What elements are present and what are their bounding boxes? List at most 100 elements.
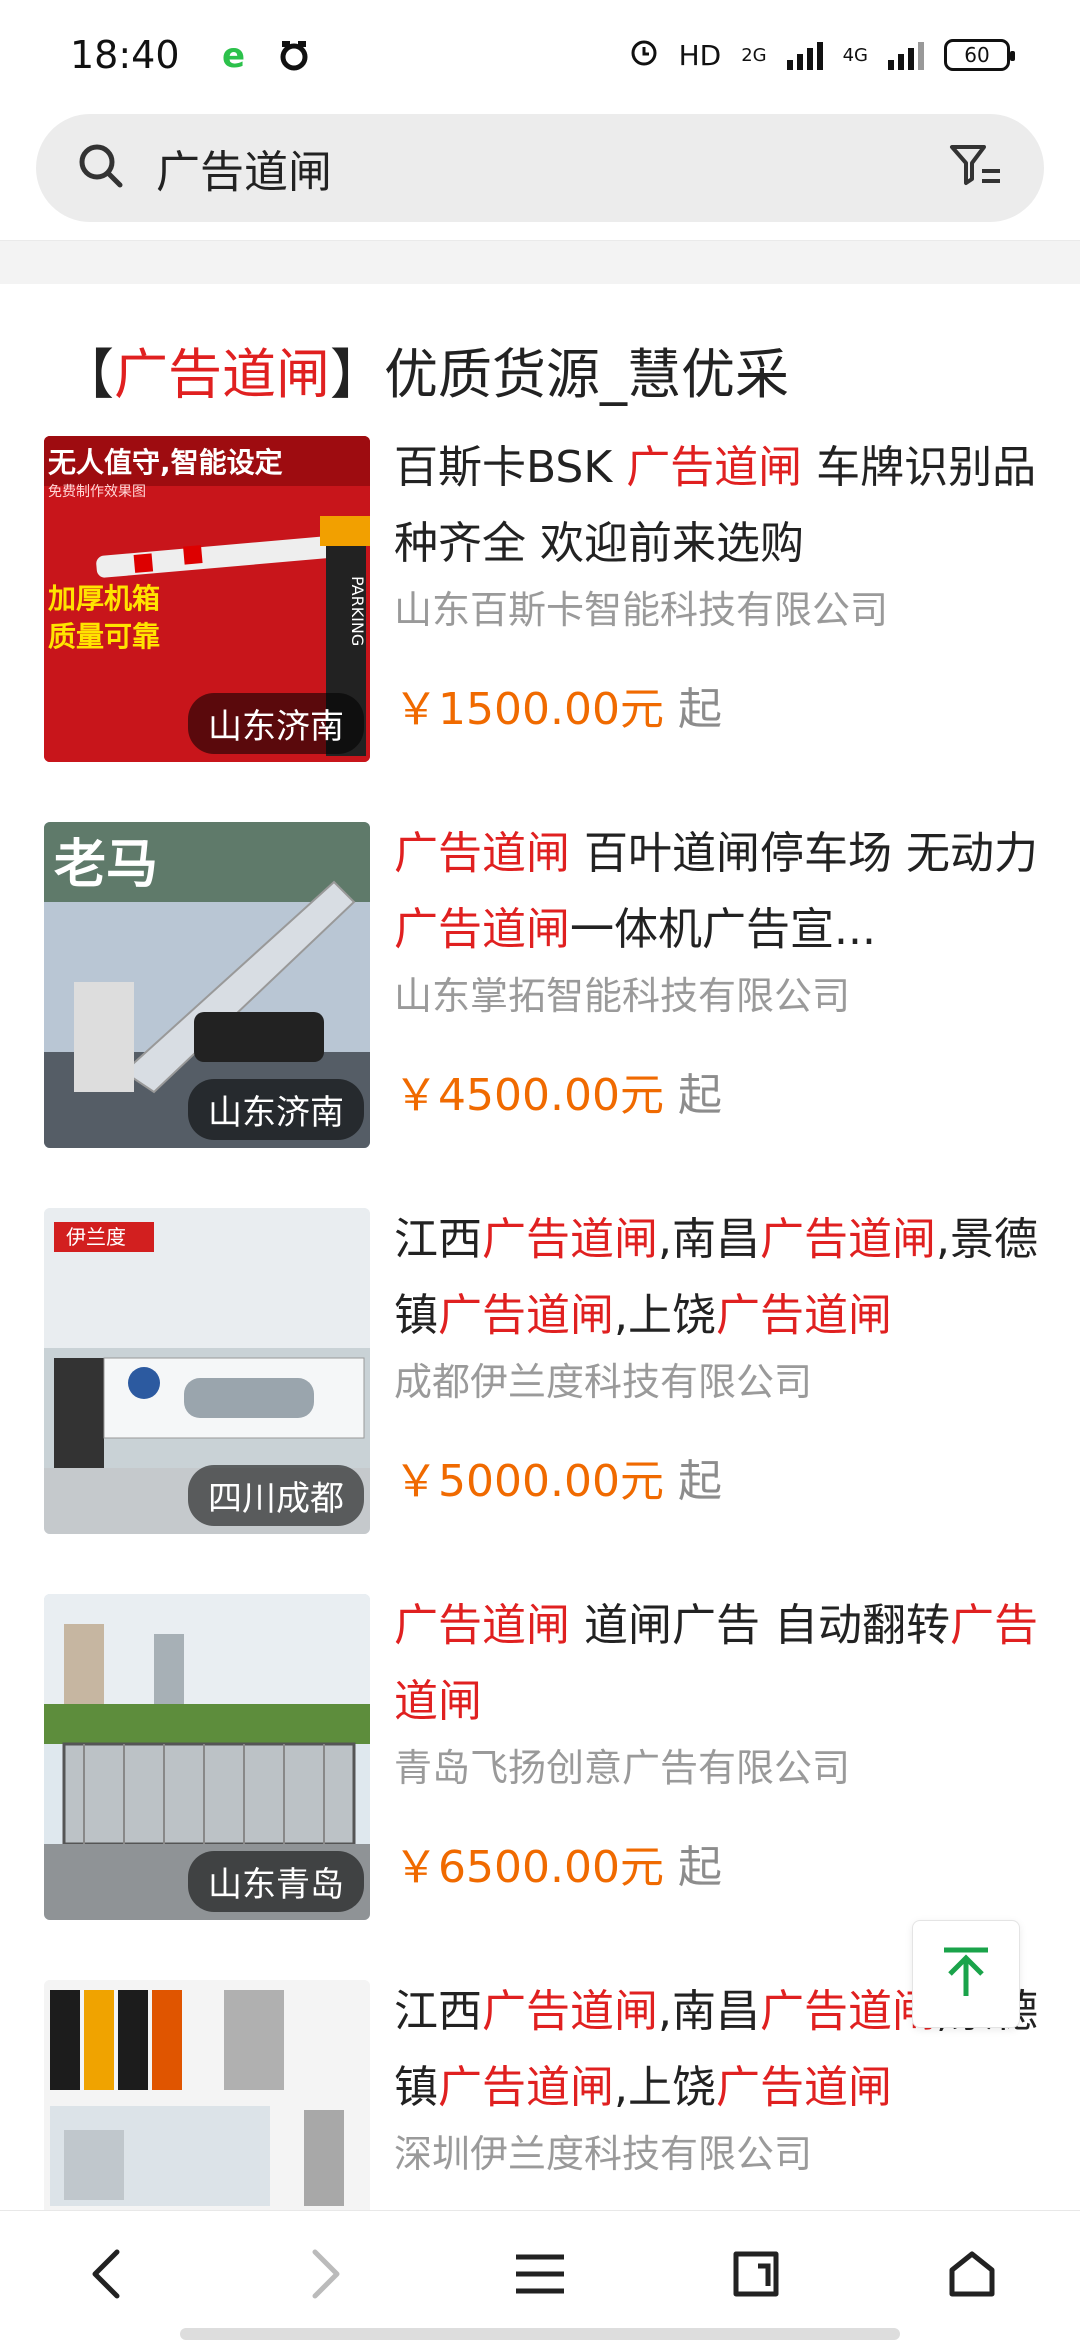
search-bar[interactable]: 广告道闸 — [36, 114, 1044, 222]
product-image-caption: PARKING — [348, 576, 367, 646]
product-info: 广告道闸 道闸广告 自动翻转广告道闸 青岛飞扬创意广告有限公司 ￥6500.00… — [394, 1588, 1054, 1896]
chevron-left-icon — [83, 2244, 133, 2308]
arrow-up-icon — [936, 1942, 996, 2006]
battery-icon: 60 — [944, 39, 1015, 71]
page-title[interactable]: 【广告道闸】优质货源_慧优采 — [60, 330, 789, 409]
browser-page: 18:40 e HD 2G 4G 60 广告道闸 【广告道闸】优质货源_慧优采 … — [0, 0, 1080, 2340]
product-item[interactable]: 山东青岛 广告道闸 道闸广告 自动翻转广告道闸 青岛飞扬创意广告有限公司 ￥65… — [0, 1588, 1080, 1974]
company-name[interactable]: 青岛飞扬创意广告有限公司 — [394, 1740, 1054, 1796]
title-keyword-highlight: 广告道闸 — [716, 1290, 892, 1341]
signal-icon-2 — [888, 40, 924, 70]
product-info: 江西广告道闸,南昌广告道闸,景德镇广告道闸,上饶广告道闸 成都伊兰度科技有限公司… — [394, 1202, 1054, 1510]
title-text: ,上饶 — [614, 1290, 716, 1341]
location-badge: 山东青岛 — [188, 1851, 364, 1912]
title-bracket-close: 】 — [330, 343, 384, 406]
status-indicators: HD 2G 4G 60 — [629, 37, 1015, 74]
status-time: 18:40 — [70, 33, 180, 77]
price-suffix: 起 — [677, 1842, 722, 1893]
tabs-button[interactable] — [696, 2226, 816, 2326]
status-bar: 18:40 e HD 2G 4G 60 — [0, 0, 1080, 110]
title-keyword-highlight: 广告道闸 — [394, 904, 570, 955]
product-title[interactable]: 广告道闸 道闸广告 自动翻转广告道闸 — [394, 1588, 1054, 1740]
product-title[interactable]: 江西广告道闸,南昌广告道闸,景德镇广告道闸,上饶广告道闸 — [394, 1202, 1054, 1354]
location-badge: 山东济南 — [188, 1079, 364, 1140]
product-item[interactable]: 老马 山东济南 广告道闸 百叶道闸停车场 无动力广告道闸一体机广告宣... 山东… — [0, 816, 1080, 1202]
home-indicator — [180, 2328, 900, 2340]
price: ￥5000.00元 — [394, 1456, 664, 1507]
product-info: 广告道闸 百叶道闸停车场 无动力广告道闸一体机广告宣... 山东掌拓智能科技有限… — [394, 816, 1054, 1124]
price: ￥6500.00元 — [394, 1842, 664, 1893]
alarm-app-icon — [274, 35, 314, 75]
search-icon[interactable] — [76, 141, 126, 195]
title-keyword: 广告道闸 — [114, 343, 330, 406]
price-suffix: 起 — [677, 1070, 722, 1121]
search-bar-container: 广告道闸 — [36, 114, 1044, 222]
title-keyword-highlight: 广告道闸 — [394, 1600, 570, 1651]
title-keyword-highlight: 广告道闸 — [438, 2062, 614, 2113]
product-image[interactable] — [44, 1980, 370, 2220]
browser-e-icon: e — [216, 35, 256, 75]
title-text: ,南昌 — [658, 1214, 760, 1265]
tabs-icon — [728, 2246, 784, 2306]
back-button[interactable] — [48, 2226, 168, 2326]
title-text: 江西 — [394, 1214, 482, 1265]
title-bracket-open: 【 — [60, 343, 114, 406]
title-text: ,上饶 — [614, 2062, 716, 2113]
price-row: ￥1500.00元起 — [394, 682, 1054, 738]
forward-button[interactable] — [264, 2226, 384, 2326]
hd-indicator: HD — [678, 38, 722, 72]
company-name[interactable]: 成都伊兰度科技有限公司 — [394, 1354, 1054, 1410]
location-badge: 四川成都 — [188, 1465, 364, 1526]
title-text: 百斯卡BSK — [394, 442, 627, 493]
filter-icon[interactable] — [948, 141, 1004, 195]
home-icon — [944, 2246, 1000, 2306]
title-keyword-highlight: 广告道闸 — [438, 1290, 614, 1341]
product-title[interactable]: 广告道闸 百叶道闸停车场 无动力广告道闸一体机广告宣... — [394, 816, 1054, 968]
bottom-nav — [0, 2210, 1080, 2340]
net-4g-label: 4G — [842, 44, 868, 66]
menu-button[interactable] — [480, 2226, 600, 2326]
home-button[interactable] — [912, 2226, 1032, 2326]
product-info: 百斯卡BSK 广告道闸 车牌识别品种齐全 欢迎前来选购 山东百斯卡智能科技有限公… — [394, 430, 1054, 738]
menu-icon — [510, 2249, 570, 2303]
battery-level: 60 — [964, 43, 990, 67]
title-text: 江西 — [394, 1986, 482, 2037]
alarm-clock-icon — [629, 37, 659, 74]
chevron-right-icon — [299, 2244, 349, 2308]
product-image[interactable]: 老马 山东济南 — [44, 822, 370, 1148]
company-name[interactable]: 山东掌拓智能科技有限公司 — [394, 968, 1054, 1024]
location-badge: 山东济南 — [188, 693, 364, 754]
product-image-caption: 加厚机箱 — [48, 582, 160, 615]
title-keyword-highlight: 广告道闸 — [626, 442, 803, 493]
company-name[interactable]: 山东百斯卡智能科技有限公司 — [394, 582, 1054, 638]
product-title[interactable]: 百斯卡BSK 广告道闸 车牌识别品种齐全 欢迎前来选购 — [394, 430, 1054, 582]
title-rest: 优质货源_慧优采 — [384, 343, 789, 406]
back-to-top-button[interactable] — [912, 1920, 1020, 2028]
product-image[interactable]: 伊兰度 四川成都 — [44, 1208, 370, 1534]
product-list: 无人值守,智能设定 免费制作效果图 加厚机箱 质量可靠 PARKING 山东济南… — [0, 430, 1080, 2340]
signal-icon — [786, 40, 823, 70]
price-row: ￥4500.00元起 — [394, 1068, 1054, 1124]
price-suffix: 起 — [677, 1456, 722, 1507]
product-image-caption: 无人值守,智能设定 — [48, 446, 283, 479]
title-keyword-highlight: 广告道闸 — [394, 828, 570, 879]
product-image-caption: 质量可靠 — [48, 620, 160, 653]
net-2g-label: 2G — [741, 44, 767, 66]
product-image[interactable]: 山东青岛 — [44, 1594, 370, 1920]
title-keyword-highlight: 广告道闸 — [482, 1214, 658, 1265]
product-item[interactable]: 伊兰度 四川成都 江西广告道闸,南昌广告道闸,景德镇广告道闸,上饶广告道闸 成都… — [0, 1202, 1080, 1588]
divider — [0, 240, 1080, 284]
title-text: ,南昌 — [658, 1986, 760, 2037]
title-text: 百叶道闸停车场 无动力 — [570, 828, 1038, 879]
product-image-caption: 老马 — [54, 834, 158, 895]
title-text: 道闸广告 自动翻转 — [570, 1600, 950, 1651]
title-text: 一体机广告宣... — [570, 904, 876, 955]
price-row: ￥5000.00元起 — [394, 1454, 1054, 1510]
product-item[interactable]: 无人值守,智能设定 免费制作效果图 加厚机箱 质量可靠 PARKING 山东济南… — [0, 430, 1080, 816]
title-keyword-highlight: 广告道闸 — [760, 1986, 936, 2037]
title-keyword-highlight: 广告道闸 — [716, 2062, 892, 2113]
product-image[interactable]: 无人值守,智能设定 免费制作效果图 加厚机箱 质量可靠 PARKING 山东济南 — [44, 436, 370, 762]
title-keyword-highlight: 广告道闸 — [482, 1986, 658, 2037]
company-name[interactable]: 深圳伊兰度科技有限公司 — [394, 2126, 1054, 2182]
search-input[interactable]: 广告道闸 — [156, 136, 948, 200]
